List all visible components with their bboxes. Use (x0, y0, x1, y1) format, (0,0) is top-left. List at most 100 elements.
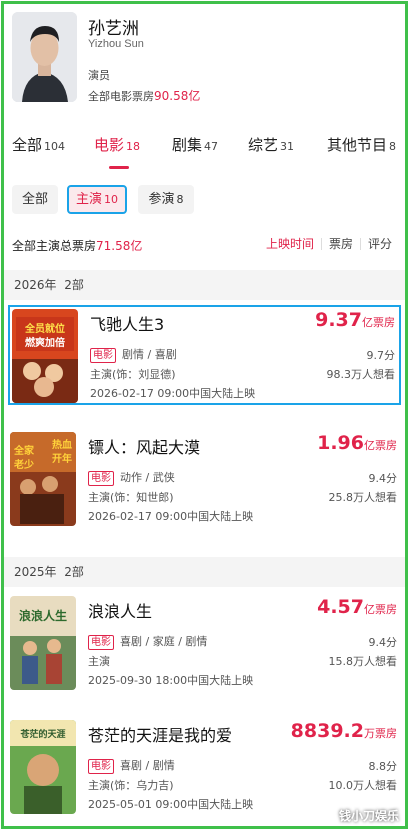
movie-release-date: 2025-05-01 09:00中国大陆上映 (88, 798, 254, 811)
svg-text:热血: 热血 (52, 438, 72, 451)
tab-label: 综艺 (248, 136, 279, 154)
actor-avatar[interactable] (12, 12, 77, 102)
movie-want-to-watch: 10.0万人想看 (328, 779, 398, 792)
movie-poster: 全员就位 燃爽加倍 (12, 309, 78, 403)
movie-release-date: 2026-02-17 09:00中国大陆上映 (90, 387, 256, 400)
svg-text:苍茫的天涯: 苍茫的天涯 (19, 728, 65, 740)
movie-poster: 苍茫的天涯 (10, 720, 76, 814)
subtab-count: 8 (176, 193, 184, 206)
movie-genres: 动作 / 武侠 (120, 471, 175, 484)
movie-cast-role: 主演(饰：刘显德) (90, 368, 176, 381)
year-count: 2部 (64, 565, 84, 579)
movie-title: 镖人：风起大漠 (88, 438, 201, 457)
movie-genres: 喜剧 / 家庭 / 剧情 (120, 635, 208, 648)
movie-box-office: 9.37亿票房 (315, 309, 395, 331)
movie-title: 苍茫的天涯是我的爱 (88, 726, 233, 745)
movie-genres: 喜剧 / 剧情 (120, 759, 175, 772)
movie-release-date: 2025-09-30 18:00中国大陆上映 (88, 674, 254, 687)
movie-release-date: 2026-02-17 09:00中国大陆上映 (88, 510, 254, 523)
tab-label: 其他节目 (327, 136, 388, 154)
svg-text:全家: 全家 (13, 444, 35, 457)
movie-type-tag: 电影 (88, 759, 114, 774)
movie-card[interactable]: 热血 开年 全家 老少 镖人：风起大漠 1.96亿票房 电影 动作 / 武侠 主演… (8, 430, 401, 530)
subtab-all[interactable]: 全部 (12, 185, 58, 214)
movie-box-office: 4.57亿票房 (317, 596, 397, 618)
movie-type-tag: 电影 (90, 348, 116, 363)
movie-poster: 热血 开年 全家 老少 (10, 432, 76, 526)
tab-count: 31 (280, 140, 295, 153)
movie-want-to-watch: 98.3万人想看 (326, 368, 396, 381)
box-office-number: 1.96 (317, 432, 364, 454)
movie-box-office: 8839.2万票房 (291, 720, 397, 742)
tab-count: 47 (204, 140, 219, 153)
subtab-label: 参演 (148, 192, 175, 207)
movie-want-to-watch: 25.8万人想看 (328, 491, 398, 504)
category-tabs: 全部 104 电影 18 剧集 47 综艺 31 其他节目 8 (12, 134, 400, 174)
movie-want-to-watch: 15.8万人想看 (328, 655, 398, 668)
year-label: 2026年 (14, 278, 57, 292)
box-office-number: 8839.2 (290, 720, 364, 742)
year-header-2026: 2026年 2部 (4, 270, 405, 300)
tab-count: 104 (44, 140, 66, 153)
movie-score: 9.4分 (368, 472, 398, 485)
screenshot-frame (1, 1, 408, 829)
movie-box-office: 1.96亿票房 (317, 432, 397, 454)
active-tab-indicator (109, 166, 129, 169)
svg-text:燃爽加倍: 燃爽加倍 (25, 336, 65, 349)
tab-label: 剧集 (172, 136, 203, 154)
box-office-unit: 亿票房 (364, 439, 397, 452)
box-office-value: 90.58亿 (154, 89, 201, 103)
movie-type-tag: 电影 (88, 471, 114, 486)
movie-type-tag: 电影 (88, 635, 114, 650)
year-count: 2部 (64, 278, 84, 292)
summary-value: 71.58亿 (96, 239, 143, 253)
movie-score: 9.7分 (366, 349, 396, 362)
actor-role: 演员 (88, 69, 110, 82)
movie-poster: 浪浪人生 (10, 596, 76, 690)
movie-card[interactable]: 苍茫的天涯 苍茫的天涯是我的爱 8839.2万票房 电影 喜剧 / 剧情 主演(饰… (8, 718, 401, 818)
tab-label: 电影 (94, 136, 125, 154)
svg-text:老少: 老少 (13, 458, 34, 471)
svg-text:开年: 开年 (52, 452, 72, 465)
movie-cast-role: 主演(饰：乌力吉) (88, 779, 174, 792)
actor-english-name: Yizhou Sun (88, 38, 144, 50)
subtab-lead[interactable]: 主演 10 (67, 185, 127, 214)
sort-by-release-date[interactable]: 上映时间 (259, 238, 321, 250)
sort-options: 上映时间 票房 评分 (259, 237, 399, 251)
movie-genres-row: 电影 喜剧 / 家庭 / 剧情 (88, 633, 207, 650)
subtab-label: 主演 (75, 192, 102, 207)
movie-score: 8.8分 (368, 760, 398, 773)
tab-other-shows[interactable]: 其他节目 8 (327, 134, 396, 155)
tab-count: 8 (389, 140, 397, 153)
summary-label: 全部主演总票房 (12, 239, 97, 253)
tab-movies[interactable]: 电影 18 (94, 134, 140, 155)
box-office-unit: 万票房 (364, 727, 397, 740)
movie-genres-row: 电影 动作 / 武侠 (88, 469, 175, 486)
movie-card[interactable]: 浪浪人生 浪浪人生 4.57亿票房 电影 喜剧 / 家庭 / 剧情 主演 2025… (8, 594, 401, 694)
movie-title: 飞驰人生3 (90, 315, 165, 334)
tab-count: 18 (126, 140, 141, 153)
subtab-label: 全部 (21, 192, 48, 207)
tab-all[interactable]: 全部 104 (12, 134, 65, 155)
lead-box-office-summary: 全部主演总票房71.58亿 (12, 237, 142, 254)
sort-by-box-office[interactable]: 票房 (320, 238, 360, 250)
box-office-unit: 亿票房 (364, 603, 397, 616)
box-office-unit: 亿票房 (362, 316, 395, 329)
tab-variety[interactable]: 综艺 31 (248, 134, 294, 155)
subtab-supporting[interactable]: 参演 8 (138, 185, 194, 214)
sort-by-score[interactable]: 评分 (359, 238, 399, 250)
watermark: 钱小刀娱乐 (338, 809, 399, 823)
movie-genres: 剧情 / 喜剧 (122, 348, 177, 361)
subtab-count: 10 (104, 193, 118, 206)
movie-genres-row: 电影 剧情 / 喜剧 (90, 346, 177, 363)
box-office-label: 全部电影票房 (88, 90, 154, 103)
actor-name: 孙艺洲 (88, 19, 139, 39)
movie-title: 浪浪人生 (88, 602, 153, 621)
svg-text:全员就位: 全员就位 (24, 322, 65, 335)
movie-card[interactable]: 全员就位 燃爽加倍 飞驰人生3 9.37亿票房 电影 剧情 / 喜剧 主演(饰：刘… (8, 305, 401, 405)
box-office-number: 4.57 (317, 596, 364, 618)
actor-total-box-office: 全部电影票房90.58亿 (88, 87, 200, 104)
tab-label: 全部 (12, 136, 43, 154)
tab-series[interactable]: 剧集 47 (172, 134, 218, 155)
movie-cast-role: 主演 (88, 655, 110, 668)
